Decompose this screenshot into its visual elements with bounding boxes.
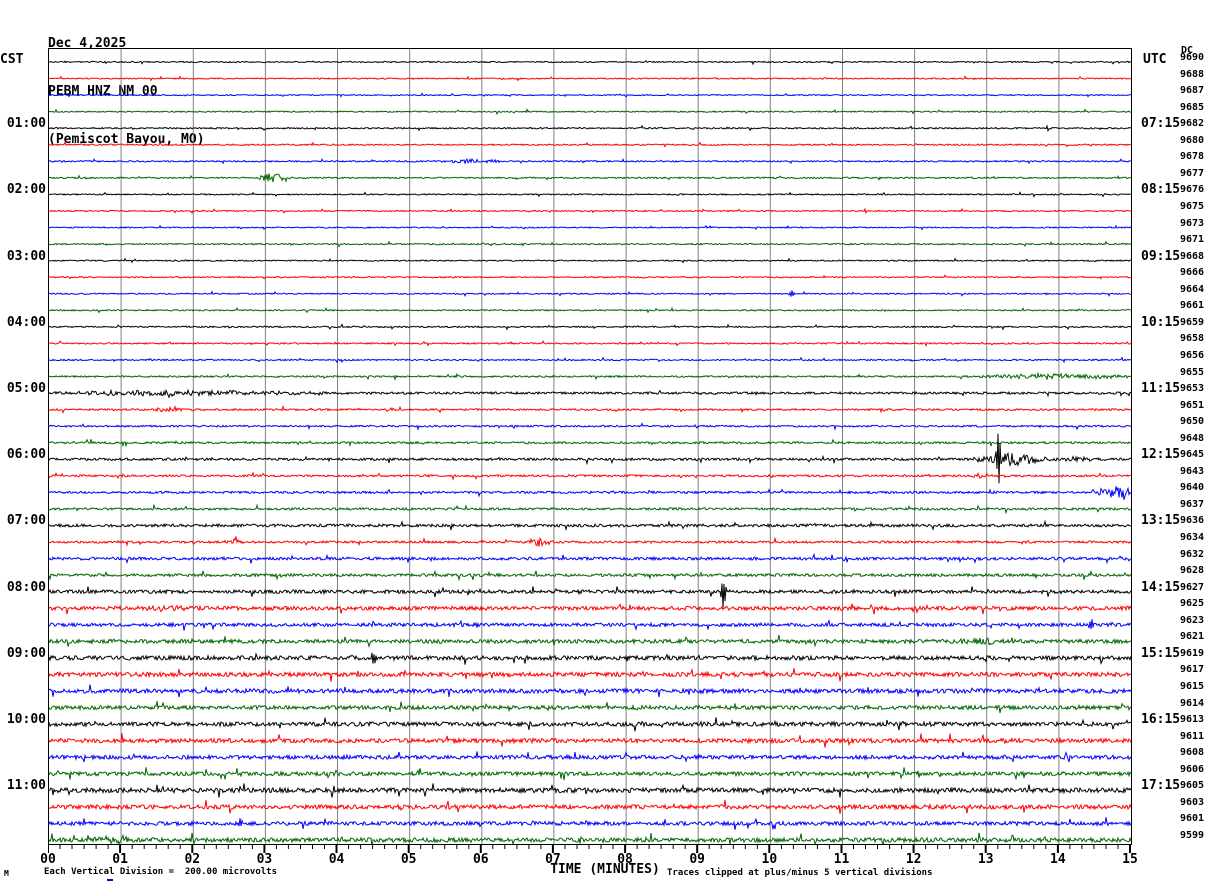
- minute-label: 03: [256, 852, 273, 867]
- cst-hour-label: 02:00: [6, 182, 46, 198]
- minute-label: 01: [112, 852, 128, 867]
- dc-offset-value: 9661: [1180, 300, 1205, 312]
- dc-offset-value: 9687: [1180, 85, 1205, 97]
- dc-offset-value: 9625: [1180, 598, 1205, 610]
- dc-offset-value: 9627: [1180, 581, 1205, 593]
- dc-offset-value: 9603: [1180, 796, 1205, 808]
- dc-offset-value: 9676: [1180, 184, 1205, 196]
- dc-offset-value: 9621: [1180, 631, 1205, 643]
- dc-offset-value: 9685: [1180, 101, 1205, 113]
- dc-offset-value: 9634: [1180, 532, 1205, 544]
- dc-offset-value: 9648: [1180, 432, 1205, 444]
- minute-label: 14: [1050, 852, 1066, 867]
- dc-offset-value: 9675: [1180, 200, 1205, 212]
- dc-offset-value: 9659: [1180, 316, 1205, 328]
- cst-hour-label: 10:00: [6, 712, 46, 728]
- cst-hour-label: 11:00: [6, 778, 46, 794]
- vertical-division-note: Each Vertical Division = 200.00 microvol…: [44, 867, 277, 877]
- dc-offset-value: 9658: [1180, 333, 1205, 345]
- dc-offset-value: 9664: [1180, 283, 1205, 295]
- dc-offset-value: 9599: [1180, 829, 1205, 841]
- dc-offset-value: 9605: [1180, 780, 1205, 792]
- dc-offset-value: 9611: [1180, 730, 1205, 742]
- dc-offset-value: 9643: [1180, 465, 1205, 477]
- minute-label: 15: [1122, 852, 1138, 867]
- corner-mark: M: [4, 869, 9, 878]
- cst-hour-label: 07:00: [6, 513, 46, 529]
- cst-hour-label: 06:00: [6, 447, 46, 463]
- minute-label: 10: [761, 852, 778, 867]
- clip-note: Traces clipped at plus/minus 5 vertical …: [667, 868, 933, 878]
- dc-offset-value: 9637: [1180, 498, 1205, 510]
- dc-offset-value: 9628: [1180, 565, 1205, 577]
- helicorder-page: Dec 4,2025 PEBM HNZ NM 00 (Pemiscot Bayo…: [0, 0, 1210, 886]
- minute-label: 04: [328, 852, 345, 867]
- dc-offset-value: 9690: [1180, 52, 1205, 63]
- dc-offset-value: 9619: [1180, 647, 1205, 659]
- dc-offset-value: 9678: [1180, 151, 1205, 163]
- utc-axis-label: UTC: [1143, 52, 1167, 67]
- cst-hour-label: 01:00: [6, 116, 46, 132]
- dc-offset-value: 9650: [1180, 416, 1205, 428]
- minute-label: 12: [905, 852, 922, 867]
- cst-axis-label: CST: [0, 52, 24, 67]
- dc-offset-value: 9640: [1180, 482, 1205, 494]
- dc-offset-value: 9680: [1180, 134, 1205, 146]
- dc-offset-value: 9653: [1180, 383, 1205, 395]
- dc-offset-value: 9645: [1180, 449, 1205, 461]
- cst-hour-label: 04:00: [6, 314, 46, 330]
- dc-offset-value: 9682: [1180, 118, 1205, 130]
- minute-label: 13: [977, 852, 994, 867]
- dc-offset-value: 9651: [1180, 399, 1205, 411]
- dc-offset-value: 9613: [1180, 714, 1205, 726]
- blue-tick-mark: [107, 879, 113, 881]
- dc-offset-value: 9636: [1180, 515, 1205, 527]
- cst-hour-label: 03:00: [6, 248, 46, 264]
- dc-offset-value: 9614: [1180, 697, 1205, 709]
- dc-offset-value: 9668: [1180, 250, 1205, 262]
- dc-offset-value: 9615: [1180, 681, 1205, 692]
- dc-offset-value: 9671: [1180, 234, 1205, 246]
- plot-area: [48, 48, 1132, 845]
- dc-offset-value: 9666: [1180, 267, 1205, 279]
- dc-offset-value: 9677: [1180, 167, 1205, 179]
- cst-hour-label: 08:00: [6, 579, 46, 595]
- seismic-traces: [49, 49, 1131, 844]
- dc-offset-value: 9608: [1180, 747, 1205, 759]
- cst-hour-label: 09:00: [6, 645, 46, 661]
- dc-offset-value: 9617: [1180, 664, 1205, 676]
- dc-offset-value: 9632: [1180, 548, 1205, 560]
- minute-label: 11: [833, 852, 850, 867]
- dc-offset-value: 9688: [1180, 68, 1205, 80]
- dc-offset-value: 9601: [1180, 813, 1205, 825]
- dc-offset-value: 9656: [1180, 349, 1205, 361]
- dc-offset-value: 9623: [1180, 614, 1205, 626]
- minute-label: 05: [400, 852, 417, 867]
- cst-hour-label: 05:00: [6, 381, 46, 397]
- minute-label: 00: [40, 852, 56, 867]
- dc-offset-value: 9655: [1180, 366, 1205, 378]
- minute-label: 02: [184, 852, 201, 867]
- dc-offset-value: 9606: [1180, 763, 1205, 775]
- dc-offset-value: 9673: [1180, 217, 1205, 229]
